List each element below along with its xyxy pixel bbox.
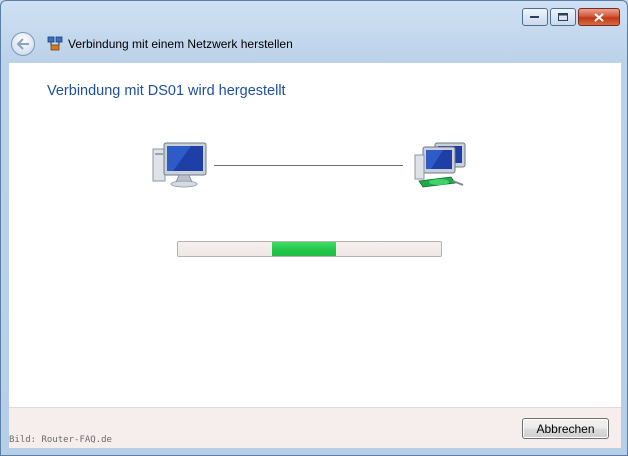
page-heading: Verbindung mit DS01 wird hergestellt xyxy=(47,83,286,99)
window-title: Verbindung mit einem Netzwerk herstellen xyxy=(68,37,293,51)
title-bar: Verbindung mit einem Netzwerk herstellen xyxy=(9,31,609,59)
back-arrow-icon xyxy=(16,38,29,50)
computer-icon xyxy=(152,142,207,188)
progress-bar-fill xyxy=(272,242,336,256)
close-button[interactable] xyxy=(578,8,620,26)
content-area: Verbindung mit DS01 wird hergestellt xyxy=(9,63,621,407)
network-icon xyxy=(47,36,63,51)
minimize-icon xyxy=(530,16,539,18)
cancel-button[interactable]: Abbrechen xyxy=(522,418,609,439)
close-icon xyxy=(594,12,604,22)
back-button[interactable] xyxy=(11,32,35,56)
maximize-icon xyxy=(558,13,568,21)
progress-bar xyxy=(177,241,442,257)
window-controls xyxy=(522,8,620,26)
network-computers-icon xyxy=(414,142,466,188)
image-credit: Bild: Router-FAQ.de xyxy=(9,435,112,445)
connection-line xyxy=(214,165,403,166)
minimize-button[interactable] xyxy=(522,8,548,26)
maximize-button[interactable] xyxy=(550,8,576,26)
dialog-window: Verbindung mit einem Netzwerk herstellen… xyxy=(0,0,628,456)
